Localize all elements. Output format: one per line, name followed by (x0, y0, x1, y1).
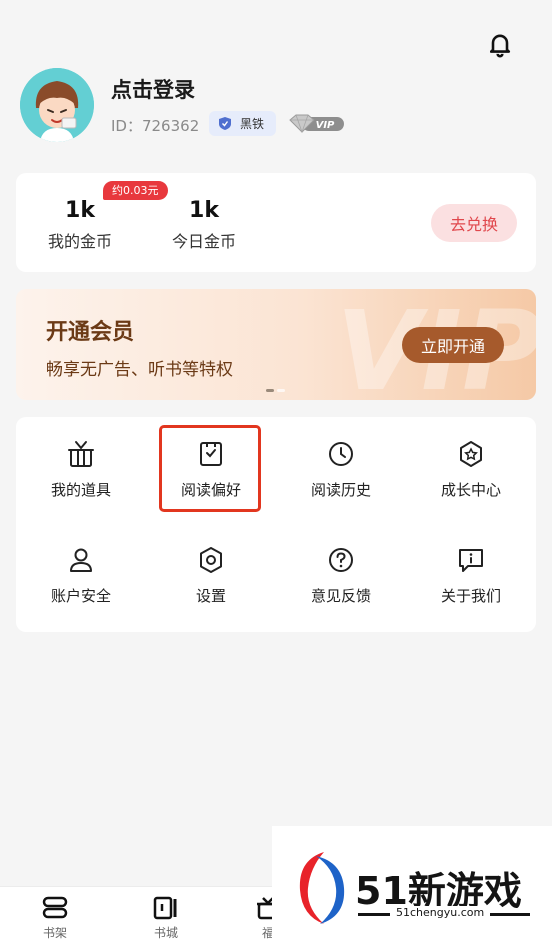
menu-about-us[interactable]: 关于我们 (406, 545, 536, 606)
coins-card: 1k 我的金币 约0.03元 1k 今日金币 去兑换 (16, 173, 536, 272)
menu-reading-history[interactable]: 阅读历史 (276, 439, 406, 500)
carousel-dot (277, 389, 285, 392)
menu-feedback[interactable]: 意见反馈 (276, 545, 406, 606)
watermark-url: 51chengyu.com (390, 906, 491, 919)
tab-bookstore[interactable]: 书城 (136, 895, 196, 941)
exchange-button[interactable]: 去兑换 (431, 204, 517, 242)
function-grid: 我的道具 阅读偏好 阅读历史 成长中心 账户安全 设置 意见反馈 关于我们 (16, 417, 536, 632)
menu-growth-center[interactable]: 成长中心 (406, 439, 536, 500)
menu-my-props-label: 我的道具 (50, 481, 111, 499)
reading-preference-icon (200, 442, 222, 466)
menu-settings[interactable]: 设置 (146, 545, 276, 606)
profile-header[interactable]: 点击登录 ID：726362 黑铁 VIP (20, 68, 520, 144)
vip-diamond-badge: VIP (289, 114, 344, 133)
tab-bookstore-label: 书城 (153, 926, 178, 940)
vip-subtitle: 畅享无广告、听书等特权 (46, 360, 233, 380)
vip-banner[interactable]: VIP 开通会员 畅享无广告、听书等特权 立即开通 (16, 289, 536, 400)
menu-account-security-label: 账户安全 (50, 587, 111, 605)
menu-reading-preference-label: 阅读偏好 (180, 481, 241, 499)
menu-my-props[interactable]: 我的道具 (16, 439, 146, 500)
tab-bookshelf-label: 书架 (42, 926, 67, 940)
site-watermark: 51新游戏 51chengyu.com (272, 826, 552, 946)
user-icon (70, 548, 92, 572)
level-badge-label: 黑铁 (240, 117, 265, 131)
vip-title: 开通会员 (46, 320, 135, 345)
today-coins[interactable]: 1k 今日金币 (166, 197, 242, 252)
user-id: ID：726362 (111, 117, 200, 135)
vip-badge-text: VIP (316, 120, 335, 131)
tab-bookshelf[interactable]: 书架 (25, 895, 85, 941)
activate-vip-button[interactable]: 立即开通 (402, 327, 504, 363)
my-coins-value: 1k (65, 198, 95, 223)
my-coins[interactable]: 1k 我的金币 (44, 197, 116, 252)
carousel-dot-active (266, 389, 274, 392)
menu-reading-history-label: 阅读历史 (310, 481, 371, 499)
today-coins-label: 今日金币 (171, 232, 236, 251)
login-prompt[interactable]: 点击登录 (111, 74, 195, 104)
notification-bell-icon[interactable] (486, 30, 514, 58)
bookshelf-icon (42, 896, 68, 919)
gift-box-icon (68, 441, 94, 467)
question-icon (329, 548, 353, 572)
clock-icon (329, 442, 353, 466)
settings-icon (200, 547, 222, 573)
today-coins-value: 1k (189, 198, 219, 223)
shield-icon (219, 117, 231, 130)
menu-growth-center-label: 成长中心 (440, 481, 501, 499)
avatar[interactable] (20, 68, 94, 142)
menu-feedback-label: 意见反馈 (310, 587, 371, 605)
menu-settings-label: 设置 (195, 587, 226, 605)
growth-badge-icon (460, 441, 482, 467)
watermark-logo-icon (299, 852, 345, 924)
carousel-indicator (266, 389, 285, 392)
info-icon (459, 549, 483, 572)
menu-account-security[interactable]: 账户安全 (16, 545, 146, 606)
level-badge: 黑铁 (209, 111, 276, 136)
my-coins-label: 我的金币 (47, 232, 112, 251)
coin-estimate-tag: 约0.03元 (103, 181, 168, 200)
menu-about-us-label: 关于我们 (440, 587, 501, 605)
bookstore-icon (153, 896, 177, 920)
menu-reading-preference[interactable]: 阅读偏好 (146, 439, 276, 500)
